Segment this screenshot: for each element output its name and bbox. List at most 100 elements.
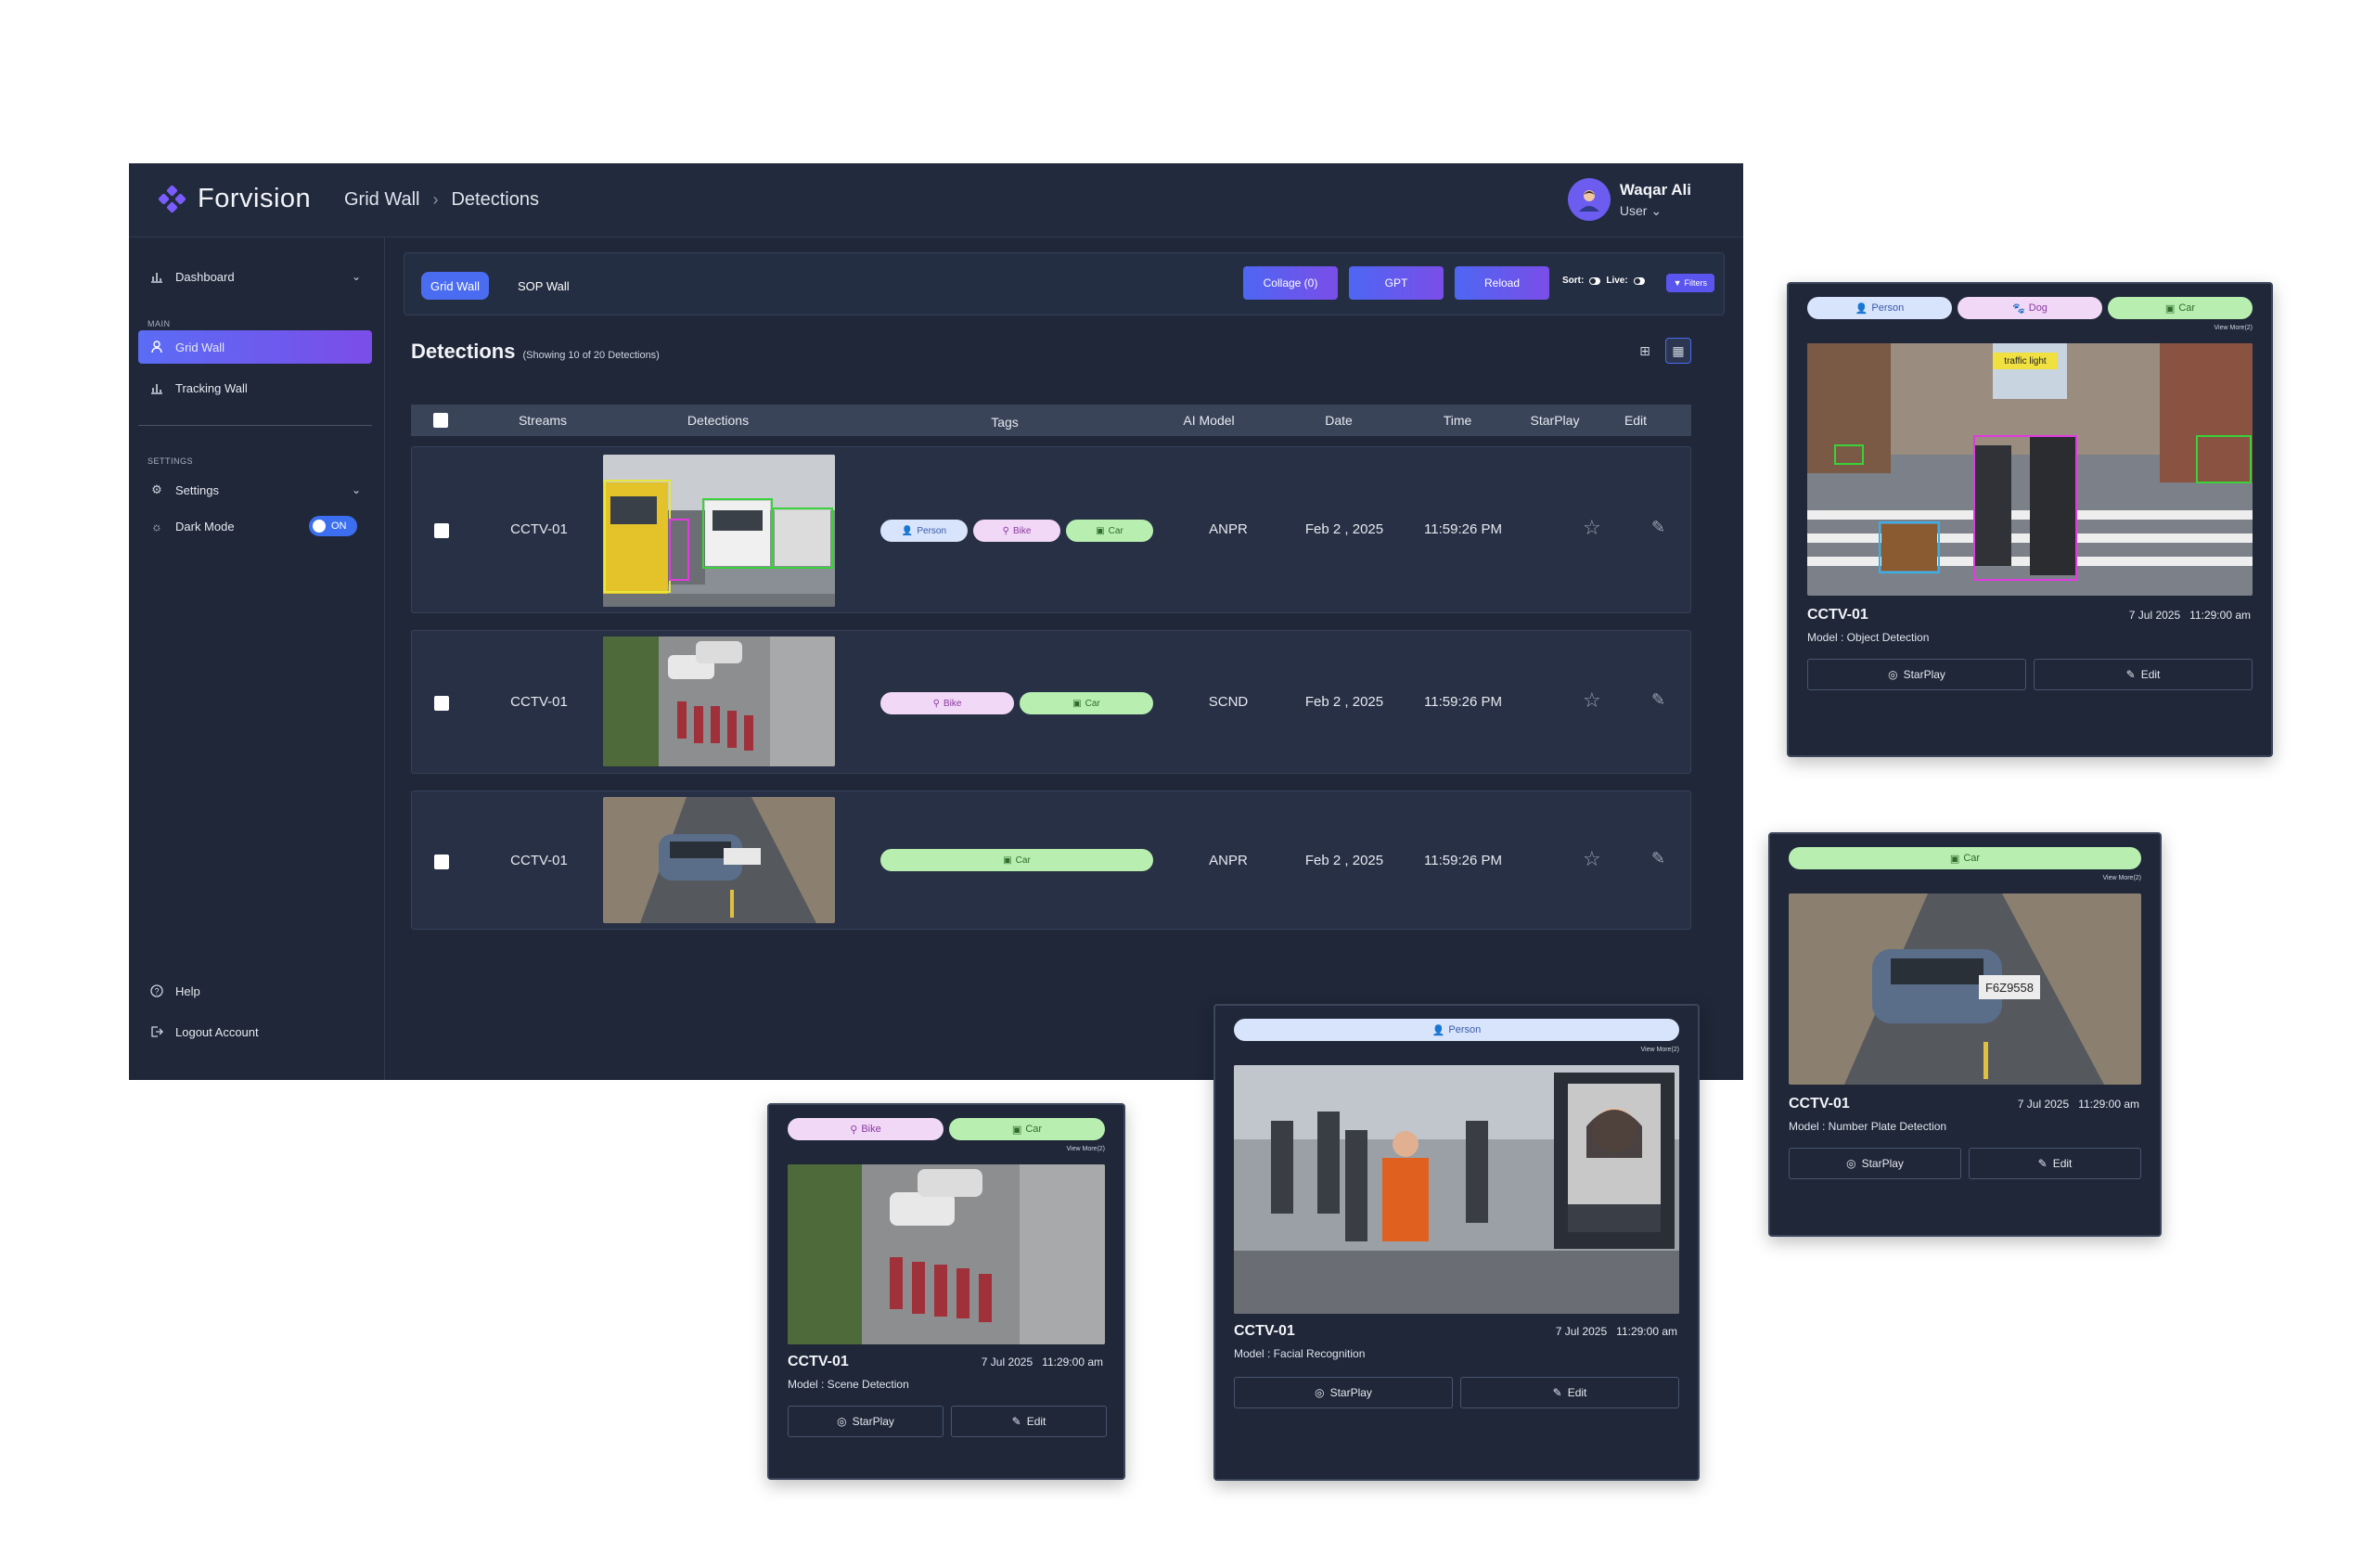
sidebar-item-help[interactable]: ? Help bbox=[138, 974, 372, 1008]
ai-model: ANPR bbox=[1209, 521, 1248, 537]
breadcrumb-grid-wall[interactable]: Grid Wall bbox=[344, 189, 419, 211]
detections-count: (Showing 10 of 20 Detections) bbox=[522, 350, 660, 361]
card-tags: 👤 Person 🐾 Dog ▣ Car bbox=[1807, 297, 2253, 321]
star-icon[interactable]: ☆ bbox=[1583, 688, 1601, 713]
tag-dog: 🐾 Dog bbox=[1958, 297, 2102, 319]
star-icon[interactable]: ☆ bbox=[1583, 847, 1601, 871]
column-starplay[interactable]: StarPlay bbox=[1508, 413, 1601, 428]
sidebar-item-dashboard[interactable]: Dashboard ⌄ bbox=[138, 260, 372, 293]
grid-view-button[interactable]: ⊞ bbox=[1632, 338, 1658, 364]
tag-bike: ⚲ Bike bbox=[788, 1118, 944, 1140]
column-tags[interactable]: Tags bbox=[958, 415, 1051, 430]
table-row[interactable]: CCTV-01 👤 Person ⚲ Bike ▣ Car ANPR Feb 2 , … bbox=[411, 446, 1691, 613]
column-streams[interactable]: Streams bbox=[496, 413, 589, 428]
collage-button[interactable]: Collage (0) bbox=[1243, 266, 1338, 300]
edit-button[interactable]: ✎ Edit bbox=[1969, 1148, 2141, 1179]
column-date[interactable]: Date bbox=[1292, 413, 1385, 428]
row-checkbox[interactable] bbox=[434, 696, 449, 711]
detection-card-scene[interactable]: ⚲ Bike ▣ Car View More(2) CCTV-01 7 Jul 20… bbox=[767, 1103, 1125, 1480]
edit-button[interactable]: ✎ Edit bbox=[2034, 659, 2253, 690]
wall-toolbar: Grid Wall SOP Wall Collage (0) GPT Reloa… bbox=[404, 252, 1725, 315]
starplay-button[interactable]: ◎ StarPlay bbox=[1234, 1377, 1453, 1408]
filters-button[interactable]: ▼ Filters bbox=[1665, 274, 1714, 292]
sidebar-item-logout[interactable]: Logout Account bbox=[138, 1015, 372, 1048]
sort-live-controls: Sort: Live: bbox=[1562, 276, 1645, 286]
toggle-knob bbox=[313, 520, 326, 533]
car-icon: ▣ bbox=[1003, 855, 1012, 866]
edit-button[interactable]: ✎ Edit bbox=[951, 1406, 1107, 1437]
edit-icon: ✎ bbox=[2125, 668, 2136, 681]
star-icon[interactable]: ☆ bbox=[1583, 516, 1601, 540]
chevron-down-icon: ⌄ bbox=[351, 483, 361, 496]
bar-chart-icon bbox=[149, 269, 164, 284]
detection-card-object[interactable]: 👤 Person 🐾 Dog ▣ Car View More(2) traffic l… bbox=[1787, 282, 2273, 757]
brand-logo[interactable]: Forvision bbox=[158, 184, 312, 214]
plate-text: F6Z9558 bbox=[1985, 981, 2034, 995]
help-circle-icon: ? bbox=[149, 983, 164, 998]
sidebar-item-tracking-wall[interactable]: Tracking Wall bbox=[138, 371, 372, 405]
camera-name: CCTV-01 bbox=[1807, 607, 1868, 623]
table-header: Streams Detections Tags AI Model Date Ti… bbox=[411, 405, 1691, 436]
svg-text:?: ? bbox=[154, 987, 159, 996]
edit-icon[interactable]: ✎ bbox=[1651, 849, 1665, 868]
sort-toggle[interactable] bbox=[1589, 276, 1601, 285]
select-all-checkbox[interactable] bbox=[433, 413, 448, 428]
edit-icon[interactable]: ✎ bbox=[1651, 690, 1665, 710]
card-tags: 👤 Person bbox=[1234, 1019, 1679, 1043]
logout-icon bbox=[149, 1024, 164, 1039]
column-detections[interactable]: Detections bbox=[648, 413, 788, 428]
top-bar: Forvision Grid Wall › Detections Waqar A… bbox=[129, 163, 1743, 238]
camera-name: CCTV-01 bbox=[1234, 1323, 1295, 1339]
view-more-link[interactable]: View More(2) bbox=[2103, 875, 2142, 881]
detection-card-face[interactable]: 👤 Person View More(2) CCTV-01 7 Jul 2025 … bbox=[1213, 1004, 1700, 1481]
filter-icon: ▼ bbox=[1673, 278, 1682, 288]
detection-thumbnail[interactable] bbox=[603, 636, 835, 766]
column-time[interactable]: Time bbox=[1411, 413, 1504, 428]
view-more-link[interactable]: View More(2) bbox=[1067, 1146, 1106, 1152]
table-row[interactable]: CCTV-01 ⚲ Bike ▣ Car SCND Feb 2 , 2025 11:… bbox=[411, 630, 1691, 774]
tag-person: 👤 Person bbox=[1234, 1019, 1679, 1041]
card-image[interactable]: traffic light bbox=[1807, 343, 2253, 596]
sidebar-item-label: Help bbox=[175, 983, 200, 998]
detection-thumbnail[interactable] bbox=[603, 455, 835, 607]
card-image[interactable] bbox=[788, 1164, 1105, 1344]
tab-sop-wall[interactable]: SOP Wall bbox=[508, 272, 579, 300]
starplay-button[interactable]: ◎ StarPlay bbox=[1807, 659, 2026, 690]
card-datetime: 7 Jul 2025 11:29:00 am bbox=[2017, 1098, 2139, 1111]
starplay-button[interactable]: ◎ StarPlay bbox=[788, 1406, 944, 1437]
person-icon bbox=[149, 340, 164, 354]
edit-icon: ✎ bbox=[1011, 1415, 1021, 1428]
sidebar-item-label: Tracking Wall bbox=[175, 380, 248, 395]
column-ai-model[interactable]: AI Model bbox=[1162, 413, 1255, 428]
car-icon: ▣ bbox=[1949, 853, 1960, 865]
reload-button[interactable]: Reload bbox=[1455, 266, 1549, 300]
live-toggle[interactable] bbox=[1633, 276, 1645, 285]
tag-car: ▣ Car bbox=[1066, 520, 1153, 542]
detection-card-plate[interactable]: ▣ Car View More(2) F6Z9558 CCTV-01 7 Jul … bbox=[1768, 832, 2162, 1237]
edit-icon[interactable]: ✎ bbox=[1651, 518, 1665, 537]
chevron-down-icon: ⌄ bbox=[1650, 202, 1662, 218]
edit-button[interactable]: ✎ Edit bbox=[1460, 1377, 1679, 1408]
sidebar-item-grid-wall[interactable]: Grid Wall bbox=[138, 330, 372, 364]
tab-grid-wall[interactable]: Grid Wall bbox=[421, 272, 489, 300]
user-menu[interactable]: Waqar Ali User ⌄ bbox=[1567, 178, 1691, 221]
brand-name: Forvision bbox=[198, 184, 312, 213]
ai-model: SCND bbox=[1208, 694, 1249, 710]
user-name: Waqar Ali bbox=[1619, 180, 1691, 199]
gpt-button[interactable]: GPT bbox=[1349, 266, 1444, 300]
dark-mode-toggle[interactable]: ON bbox=[309, 516, 357, 536]
view-more-link[interactable]: View More(2) bbox=[2215, 325, 2253, 331]
tag-car: ▣ Car bbox=[1789, 847, 2141, 869]
column-edit[interactable]: Edit bbox=[1608, 413, 1663, 428]
row-checkbox[interactable] bbox=[434, 523, 449, 538]
detection-thumbnail[interactable] bbox=[603, 797, 835, 923]
card-image[interactable] bbox=[1234, 1065, 1679, 1314]
starplay-button[interactable]: ◎ StarPlay bbox=[1789, 1148, 1961, 1179]
view-more-link[interactable]: View More(2) bbox=[1641, 1047, 1680, 1053]
table-view-button[interactable]: ▦ bbox=[1665, 338, 1691, 364]
table-row[interactable]: CCTV-01 ▣ Car ANPR Feb 2 , 2025 11:59:26 … bbox=[411, 790, 1691, 930]
sidebar-item-settings[interactable]: ⚙ Settings ⌄ bbox=[138, 473, 372, 507]
card-image[interactable]: F6Z9558 bbox=[1789, 893, 2141, 1085]
row-checkbox[interactable] bbox=[434, 855, 449, 869]
bike-icon: ⚲ bbox=[850, 1124, 858, 1136]
